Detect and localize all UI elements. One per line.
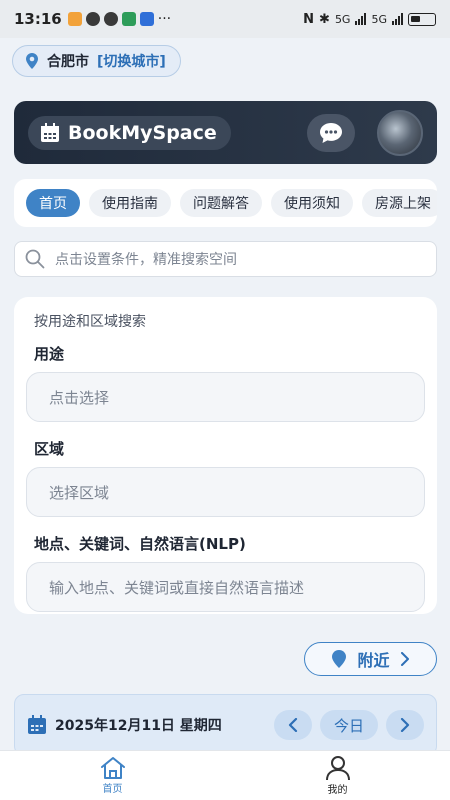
nearby-label: 附近 [357,651,390,670]
location-pin-icon [332,650,347,668]
message-icon [103,12,118,26]
filter-panel: 按用途和区域搜索 用途 点击选择 区域 选择区域 地点、关键词、自然语言(NLP… [14,297,437,614]
search-placeholder: 点击设置条件，精准搜索空间 [55,252,237,268]
area-select[interactable]: 选择区域 [26,467,425,517]
tab-guide[interactable]: 使用指南 [89,189,171,217]
signal-icon [355,13,367,25]
filter-panel-title: 按用途和区域搜索 [34,314,146,330]
switch-city-link[interactable]: [切换城市] [97,51,166,71]
signal-icon-2 [392,13,403,25]
city-name: 合肥市 [47,54,89,70]
location-pin-icon [26,53,38,69]
baidu-icon [139,12,154,26]
usage-label: 用途 [34,345,65,363]
usage-placeholder: 点击选择 [49,388,110,407]
nfc-icon: N [303,11,315,27]
brand-logo: BookMySpace [28,115,231,150]
tab-bar: 首页 使用指南 问题解答 使用须知 房源上架 [14,179,437,227]
app-icon [121,12,136,26]
calendar-icon [41,122,59,142]
network-type-2: 5G [371,12,387,26]
app-header: BookMySpace [14,101,437,164]
battery-icon [408,12,436,26]
today-button[interactable]: 今日 [320,710,378,740]
more-notifications-icon: ··· [157,11,172,27]
chevron-left-icon [288,718,298,732]
tab-faq[interactable]: 问题解答 [180,189,262,217]
date-bar: 2025年12月11日 星期四 今日 [14,694,437,756]
nav-home-label: 首页 [102,784,123,795]
chevron-right-icon [400,718,410,732]
nav-mine[interactable]: 我的 [225,751,450,800]
keyword-input[interactable]: 输入地点、关键词或直接自然语言描述 [26,562,425,612]
city-selector[interactable]: 合肥市 [切换城市] [12,45,181,77]
next-day-button[interactable] [386,710,424,740]
avatar[interactable] [377,109,423,156]
chat-bubble-icon [320,122,342,143]
home-icon [100,757,125,779]
area-placeholder: 选择区域 [49,483,110,502]
app-notification-icon [67,12,82,26]
calendar-icon [28,715,46,734]
current-date: 2025年12月11日 星期四 [55,718,222,734]
wechat-icon [85,12,100,26]
nearby-button[interactable]: 附近 [304,642,437,676]
bottom-nav: 首页 我的 [0,750,450,800]
area-label: 区域 [34,440,65,458]
bluetooth-icon: ✱ [319,11,330,27]
chevron-right-icon [400,652,409,666]
status-bar: 13:16 ··· N ✱ 5G 5G [0,0,450,38]
chat-button[interactable] [307,113,355,152]
usage-select[interactable]: 点击选择 [26,372,425,422]
status-time: 13:16 [14,10,62,28]
prev-day-button[interactable] [274,710,312,740]
tab-home[interactable]: 首页 [26,189,80,217]
nav-home[interactable]: 首页 [0,751,225,800]
nav-mine-label: 我的 [327,785,348,796]
keyword-label: 地点、关键词、自然语言(NLP) [34,535,246,553]
brand-name: BookMySpace [68,121,217,144]
keyword-placeholder: 输入地点、关键词或直接自然语言描述 [49,578,305,597]
network-type-1: 5G [334,12,351,26]
date-controls: 今日 [274,710,424,740]
tab-listing[interactable]: 房源上架 [362,189,437,217]
tab-notice[interactable]: 使用须知 [271,189,353,217]
search-input[interactable]: 点击设置条件，精准搜索空间 [14,241,437,277]
user-icon [325,756,350,781]
search-icon [25,249,45,269]
